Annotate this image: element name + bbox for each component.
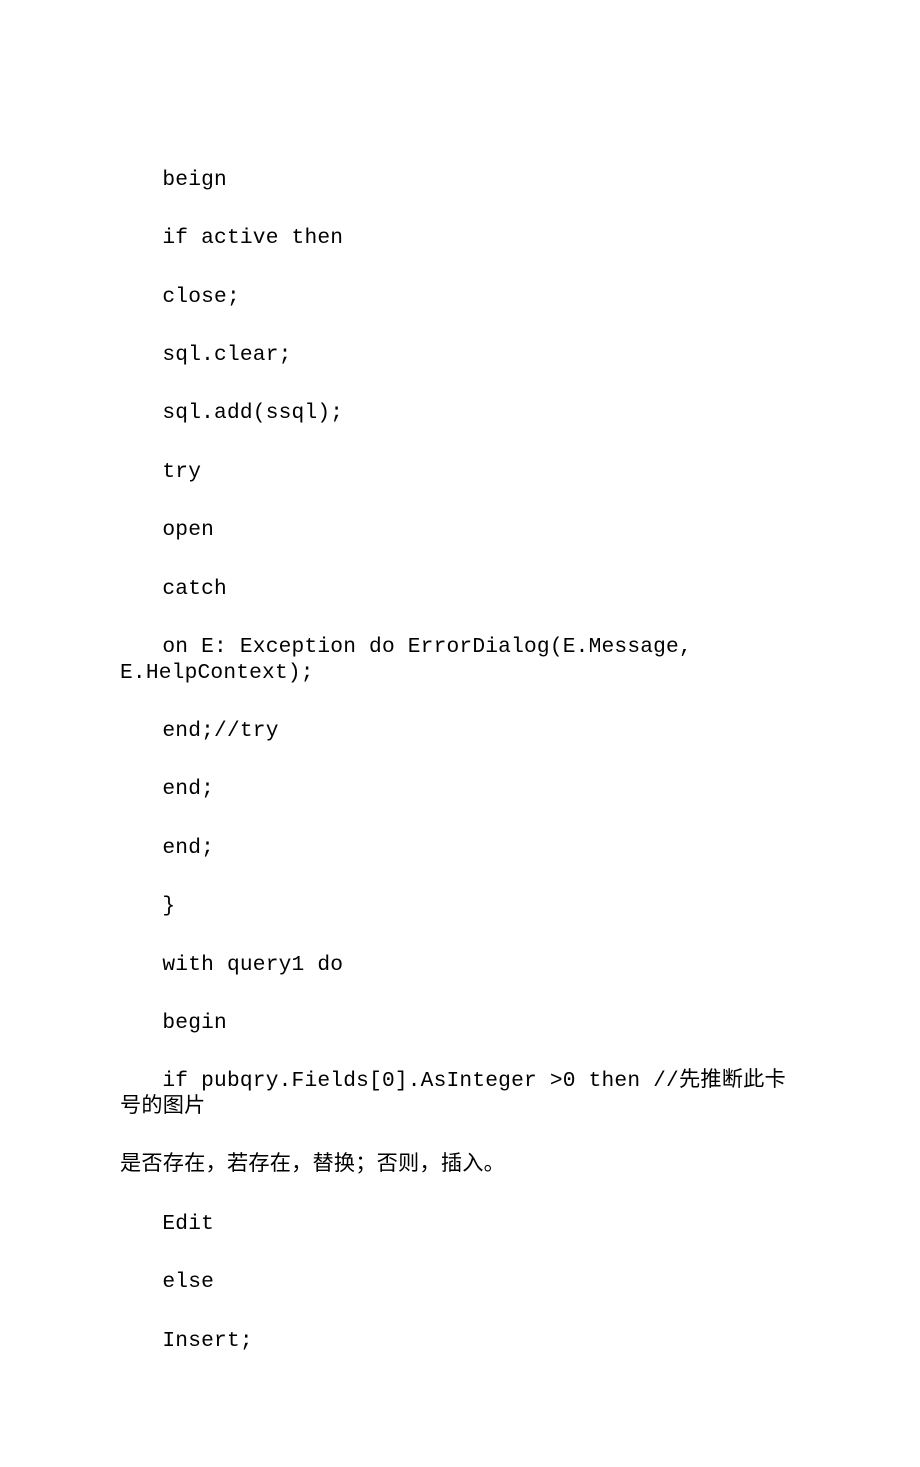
- code-line: end;//try: [120, 719, 800, 745]
- code-line: Insert;: [120, 1329, 800, 1355]
- code-line: if pubqry.Fields[0].AsInteger >0 then //…: [120, 1069, 800, 1121]
- code-line: beign: [120, 168, 800, 194]
- code-line: on E: Exception do ErrorDialog(E.Message…: [120, 635, 800, 687]
- code-line: close;: [120, 285, 800, 311]
- code-line: catch: [120, 577, 800, 603]
- code-line: end;: [120, 836, 800, 862]
- code-line: Edit: [120, 1212, 800, 1238]
- code-line: sql.clear;: [120, 343, 800, 369]
- code-line: }: [120, 894, 800, 920]
- code-line: try: [120, 460, 800, 486]
- code-line: end;: [120, 777, 800, 803]
- code-line: 是否存在，若存在，替换；否则，插入。: [120, 1153, 800, 1179]
- code-line: begin: [120, 1011, 800, 1037]
- code-line: open: [120, 518, 800, 544]
- code-line: with query1 do: [120, 953, 800, 979]
- code-line: if active then: [120, 226, 800, 252]
- code-line: else: [120, 1270, 800, 1296]
- document-page: beign if active then close; sql.clear; s…: [0, 0, 920, 1467]
- code-line: sql.add(ssql);: [120, 401, 800, 427]
